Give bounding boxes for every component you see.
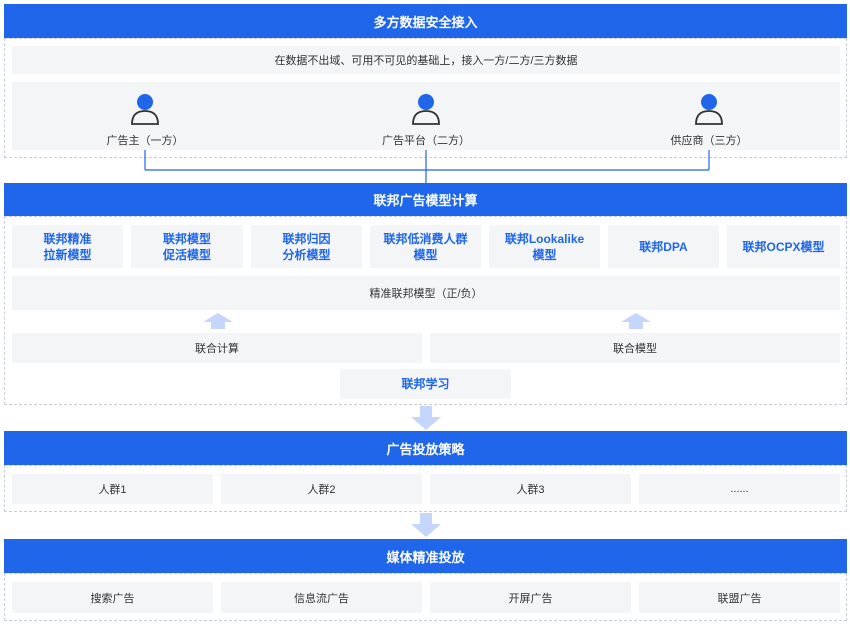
channel-label: 联盟广告 [717,592,762,605]
person-icon [695,94,723,125]
precise-model-box: 精准联邦模型（正/负） [12,276,840,310]
channel-cell: 联盟广告 [639,582,840,613]
party-supplier: 供应商（三方） [664,92,754,148]
model-line1: 联邦低消费人群 [383,231,468,246]
up-arrow-icon [621,313,651,329]
model-line1: 联邦精准 [43,231,92,246]
model-line1: 联邦OCPX模型 [742,239,825,254]
connector-lines [144,150,710,185]
channel-cell: 信息流广告 [221,582,422,613]
section4-header: 媒体精准投放 [4,539,847,573]
model-line1: 联邦DPA [639,239,688,254]
model-cell: 联邦模型 促活模型 [131,225,243,268]
audience-label: ...... [730,483,749,495]
model-line2: 模型 [532,247,557,262]
joint-model-box: 联合模型 [430,333,840,363]
model-line1: 联邦模型 [162,231,211,246]
model-line2: 促活模型 [162,247,211,262]
model-cell: 联邦OCPX模型 [727,225,840,268]
joint-model-label: 联合模型 [613,343,657,355]
audience-label: 人群3 [516,484,545,496]
federated-learning-label: 联邦学习 [401,377,450,391]
audience-cell: ...... [639,474,840,504]
federated-learning-box: 联邦学习 [340,369,511,399]
section2-title: 联邦广告模型计算 [373,193,478,208]
party-advertiser: 广告主（一方） [105,92,185,148]
section1-title: 多方数据安全接入 [373,14,478,30]
channel-label: 信息流广告 [294,592,349,605]
audience-cell: 人群1 [12,474,213,504]
up-arrow-icon [203,313,233,329]
section4-title: 媒体精准投放 [386,549,465,565]
model-line1: 联邦归因 [282,231,331,246]
person-icon [131,94,159,125]
channel-cell: 搜索广告 [12,582,213,613]
down-arrow-icon [411,406,441,430]
section1-subtitle-box: 在数据不出域、可用不可见的基础上，接入一方/二方/三方数据 [12,46,840,74]
section3-header: 广告投放策略 [4,431,847,465]
precise-model-label: 精准联邦模型（正/负） [369,288,483,300]
section3-title: 广告投放策略 [386,441,465,457]
party-label: 供应商（三方） [670,135,748,147]
model-line2: 拉新模型 [43,247,92,262]
party-label: 广告平台（二方） [382,135,470,147]
audience-cell: 人群2 [221,474,422,504]
model-cell: 联邦精准 拉新模型 [12,225,123,268]
audience-label: 人群1 [98,484,127,496]
section2-header: 联邦广告模型计算 [4,183,847,216]
model-cell: 联邦Lookalike 模型 [489,225,600,268]
model-cell: 联邦归因 分析模型 [251,225,362,268]
channel-label: 搜索广告 [90,592,135,605]
audience-cell: 人群3 [430,474,631,504]
section1-header: 多方数据安全接入 [4,4,847,38]
model-cell: 联邦低消费人群 模型 [370,225,481,268]
party-label: 广告主（一方） [106,135,184,147]
model-line2: 模型 [413,247,438,262]
channel-cell: 开屏广告 [430,582,631,613]
joint-compute-box: 联合计算 [12,333,422,363]
model-cell: 联邦DPA [608,225,719,268]
model-line1: 联邦Lookalike [504,231,585,246]
audience-label: 人群2 [307,484,336,496]
channel-label: 开屏广告 [508,592,553,605]
party-platform: 广告平台（二方） [376,92,476,148]
person-icon [412,94,440,125]
model-line2: 分析模型 [282,247,331,262]
joint-compute-label: 联合计算 [195,343,239,355]
section1-subtitle: 在数据不出域、可用不可见的基础上，接入一方/二方/三方数据 [274,55,578,67]
down-arrow-icon [411,513,441,537]
